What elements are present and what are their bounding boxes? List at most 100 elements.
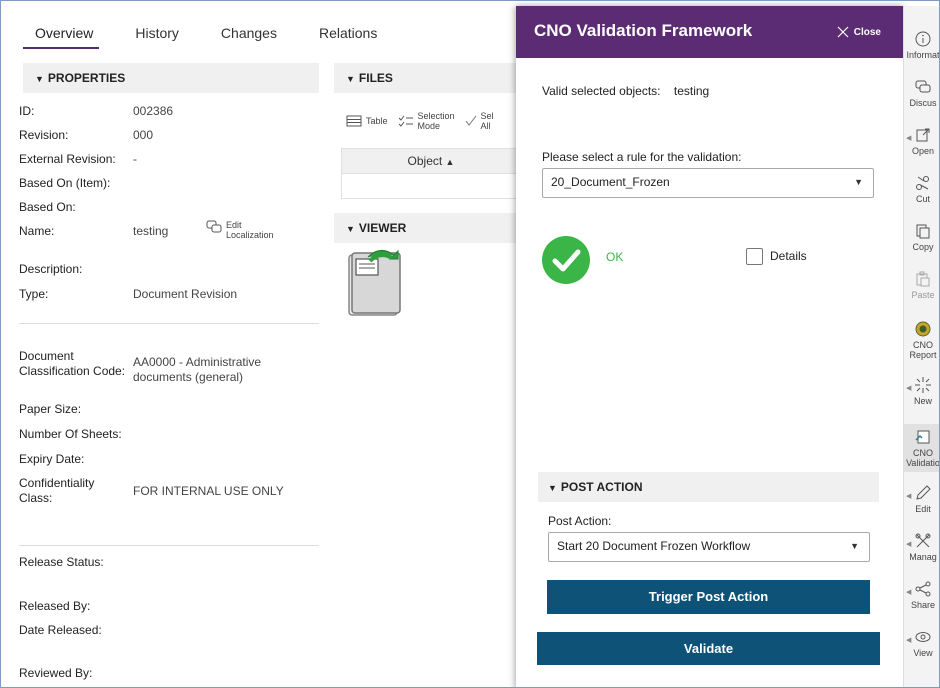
property-value: - xyxy=(133,152,137,166)
rail-item-discuss[interactable]: Discus xyxy=(904,78,939,108)
tab-changes[interactable]: Changes xyxy=(209,23,283,49)
section-divider xyxy=(19,323,319,324)
rail-item-information[interactable]: Informat xyxy=(904,30,940,60)
properties-header-label: PROPERTIES xyxy=(47,71,126,85)
validation-dialog: CNO Validation Framework Close Valid sel… xyxy=(516,6,903,687)
rail-label: Open xyxy=(911,146,935,156)
property-label: Expiry Date: xyxy=(19,452,85,466)
rail-label: Paste xyxy=(911,290,935,300)
rail-item-view[interactable]: View xyxy=(904,628,939,658)
checklist-icon xyxy=(398,115,413,127)
rail-item-paste[interactable]: Paste xyxy=(904,270,939,300)
close-icon xyxy=(837,26,849,38)
rail-label: Manag xyxy=(909,552,937,562)
rule-prompt: Please select a rule for the validation: xyxy=(542,150,742,164)
rail-item-cno-report[interactable]: CNO Report xyxy=(904,320,939,360)
rail-label: Cut xyxy=(915,194,930,204)
chevron-down-icon: ▼ xyxy=(850,541,859,551)
property-label: Document Classification Code: xyxy=(19,349,126,378)
rail-label: New xyxy=(913,396,932,406)
mode-label: Mode xyxy=(417,121,441,131)
property-label: Name: xyxy=(19,224,55,238)
app-window: Overview History Changes Relations ▼ PROP… xyxy=(0,0,940,688)
rail-item-open[interactable]: Open xyxy=(904,126,939,156)
edit-label: Edit xyxy=(226,220,242,230)
valid-objects-row: Valid selected objects: testing xyxy=(542,84,709,98)
rail-item-cut[interactable]: Cut xyxy=(904,174,939,204)
column-header-object[interactable]: Object ▲ xyxy=(341,148,521,174)
properties-header[interactable]: ▼ PROPERTIES xyxy=(23,63,319,93)
paste-icon xyxy=(916,271,930,287)
table-view-button[interactable]: Table xyxy=(346,114,388,128)
post-action-select[interactable]: Start 20 Document Frozen Workflow ▼ xyxy=(548,532,870,562)
copy-icon xyxy=(916,224,930,239)
tab-history[interactable]: History xyxy=(123,23,185,49)
files-header[interactable]: ▼ FILES xyxy=(334,63,524,93)
localization-icon xyxy=(206,220,222,233)
rail-item-copy[interactable]: Copy xyxy=(904,222,939,252)
rail-item-cno-validation[interactable]: CNO Validatio xyxy=(904,424,940,472)
selection-mode-button[interactable]: Selection Mode xyxy=(398,111,455,131)
rail-item-new[interactable]: New xyxy=(904,376,939,406)
post-action-header[interactable]: ▼ POST ACTION xyxy=(538,472,879,502)
ok-checkmark-icon xyxy=(542,236,590,284)
table-icon xyxy=(346,115,362,127)
tab-relations[interactable]: Relations xyxy=(307,23,383,49)
section-divider xyxy=(19,545,319,546)
collapse-triangle-icon: ▼ xyxy=(35,74,44,84)
edit-icon xyxy=(916,485,931,500)
property-label: Release Status: xyxy=(19,555,104,569)
collapse-triangle-icon: ▼ xyxy=(346,74,355,84)
property-label: Based On: xyxy=(19,200,76,214)
manage-icon xyxy=(915,533,931,548)
files-toolbar: Table Selection Mode Sel All xyxy=(346,111,494,131)
property-label: ID: xyxy=(19,104,35,118)
table-row xyxy=(341,174,521,199)
details-checkbox[interactable] xyxy=(746,248,763,265)
post-action-select-value: Start 20 Document Frozen Workflow xyxy=(557,539,751,553)
rule-select-value: 20_Document_Frozen xyxy=(551,175,670,189)
report-icon xyxy=(915,321,931,337)
property-value: 000 xyxy=(133,128,154,142)
tab-overview[interactable]: Overview xyxy=(23,23,100,49)
validation-status: OK xyxy=(606,250,624,264)
rail-label: CNO Validatio xyxy=(906,448,940,468)
property-label: Date Released: xyxy=(19,623,102,637)
rule-select[interactable]: 20_Document_Frozen ▼ xyxy=(542,168,874,198)
close-button[interactable]: Close xyxy=(836,25,881,39)
open-icon xyxy=(916,128,930,142)
property-label: Confidentiality Class: xyxy=(19,476,95,505)
discuss-icon xyxy=(915,80,931,93)
post-action-label: Post Action: xyxy=(548,514,612,528)
valid-objects-value: testing xyxy=(673,84,710,98)
property-label: Released By: xyxy=(19,599,91,613)
property-value: FOR INTERNAL USE ONLY xyxy=(133,484,284,498)
rail-label: Share xyxy=(910,600,936,610)
rail-label: Edit xyxy=(915,504,931,514)
property-label: Description: xyxy=(19,262,83,276)
details-label: Details xyxy=(770,249,807,263)
properties-section: ▼ PROPERTIES xyxy=(23,63,319,93)
selection-label: Selection xyxy=(417,111,455,121)
dialog-title: CNO Validation Framework xyxy=(534,21,753,40)
files-header-label: FILES xyxy=(358,71,393,85)
rail-label: Discus xyxy=(909,98,937,108)
info-icon xyxy=(915,31,931,47)
property-label: Paper Size: xyxy=(19,402,82,416)
edit-localization-button[interactable]: Edit Localization xyxy=(206,220,274,240)
select-all-button[interactable]: Sel All xyxy=(465,111,494,131)
new-icon xyxy=(915,377,931,393)
valid-objects-label: Valid selected objects: xyxy=(542,84,661,98)
document-thumbnail-icon[interactable] xyxy=(346,249,406,322)
scissors-icon xyxy=(916,176,929,190)
rail-item-manage[interactable]: Manag xyxy=(904,532,939,562)
rail-item-edit[interactable]: Edit xyxy=(904,484,939,514)
validate-button[interactable]: Validate xyxy=(537,632,880,665)
viewer-header[interactable]: ▼ VIEWER xyxy=(334,213,524,243)
trigger-post-action-button[interactable]: Trigger Post Action xyxy=(547,580,870,614)
rail-item-share[interactable]: Share xyxy=(904,580,939,610)
property-value: 002386 xyxy=(133,104,174,118)
property-label: External Revision: xyxy=(19,152,116,166)
rail-label: Informat xyxy=(906,50,940,60)
select-label: Sel xyxy=(480,111,494,121)
